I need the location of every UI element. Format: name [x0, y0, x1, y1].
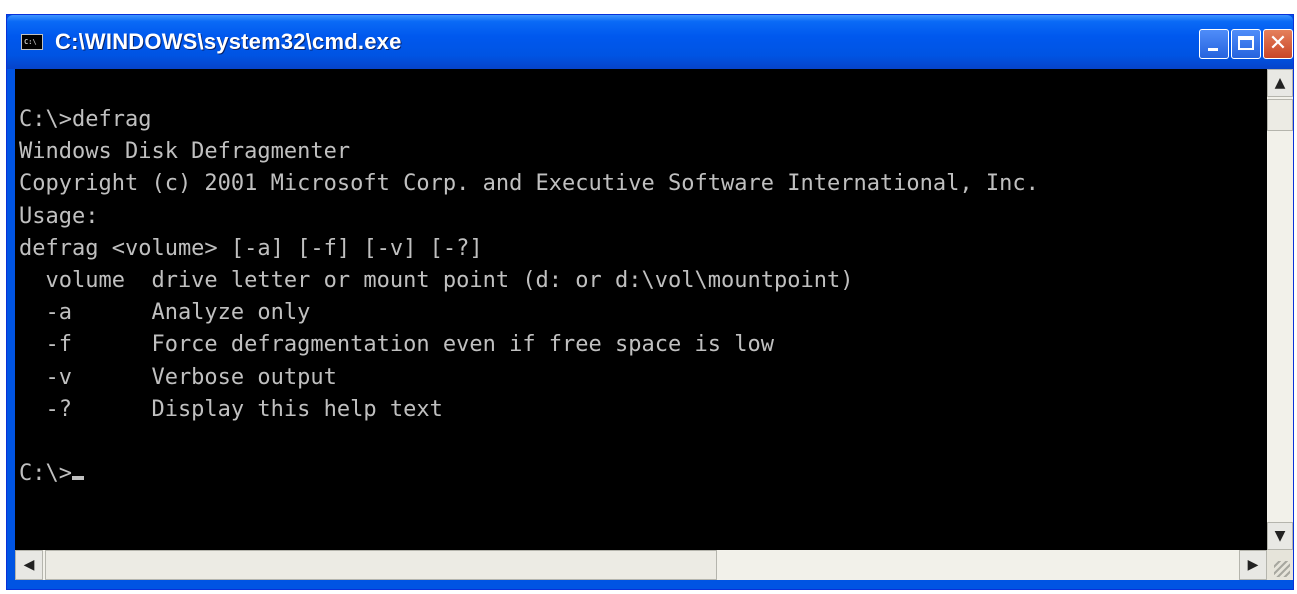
scroll-down-button[interactable]: ▼: [1267, 522, 1293, 550]
vertical-scroll-thumb[interactable]: [1267, 99, 1293, 131]
minimize-button[interactable]: [1199, 29, 1229, 59]
maximize-icon: [1238, 36, 1254, 50]
vertical-scrollbar[interactable]: ▲ ▼: [1267, 69, 1293, 550]
command-prompt: C:\>: [19, 461, 72, 487]
arrow-right-icon: ▶: [1247, 557, 1259, 573]
horizontal-scrollbar[interactable]: ◀ ▶: [15, 550, 1267, 580]
cmd-window: C:\ C:\WINDOWS\system32\cmd.exe ✕ C:\>de…: [6, 14, 1294, 590]
console-output-area[interactable]: C:\>defrag Windows Disk Defragmenter Cop…: [15, 69, 1267, 550]
text-cursor: [71, 476, 84, 481]
maximize-button[interactable]: [1231, 29, 1261, 59]
console-line: -v Verbose output: [19, 364, 337, 390]
console-line: -? Display this help text: [19, 396, 443, 422]
close-button[interactable]: ✕: [1263, 29, 1293, 59]
cmd-app-icon[interactable]: C:\: [21, 34, 43, 50]
arrow-down-icon: ▼: [1274, 528, 1286, 544]
console-line: defrag <volume> [-a] [-f] [-v] [-?]: [19, 235, 483, 261]
close-icon: ✕: [1268, 31, 1288, 56]
scroll-up-button[interactable]: ▲: [1267, 69, 1293, 97]
resize-grip[interactable]: [1267, 550, 1293, 580]
console-line: C:\>defrag: [19, 107, 152, 132]
console-line: -a Analyze only: [19, 300, 311, 326]
console-line: volume drive letter or mount point (d: o…: [19, 268, 854, 294]
console-line: Copyright (c) 2001 Microsoft Corp. and E…: [19, 171, 1039, 197]
window-title: C:\WINDOWS\system32\cmd.exe: [55, 29, 402, 54]
console-line: -f Force defragmentation even if free sp…: [19, 332, 774, 358]
arrow-up-icon: ▲: [1274, 75, 1286, 91]
horizontal-scroll-thumb[interactable]: [45, 550, 717, 580]
minimize-icon: [1208, 48, 1218, 51]
console-line: Usage:: [19, 203, 99, 229]
console-line: Windows Disk Defragmenter: [19, 139, 351, 165]
scroll-left-button[interactable]: ◀: [15, 550, 43, 580]
arrow-left-icon: ◀: [23, 557, 35, 573]
scroll-right-button[interactable]: ▶: [1239, 550, 1267, 580]
title-bar[interactable]: C:\ C:\WINDOWS\system32\cmd.exe ✕: [7, 15, 1293, 69]
console-text: C:\>defrag Windows Disk Defragmenter Cop…: [19, 104, 1039, 490]
